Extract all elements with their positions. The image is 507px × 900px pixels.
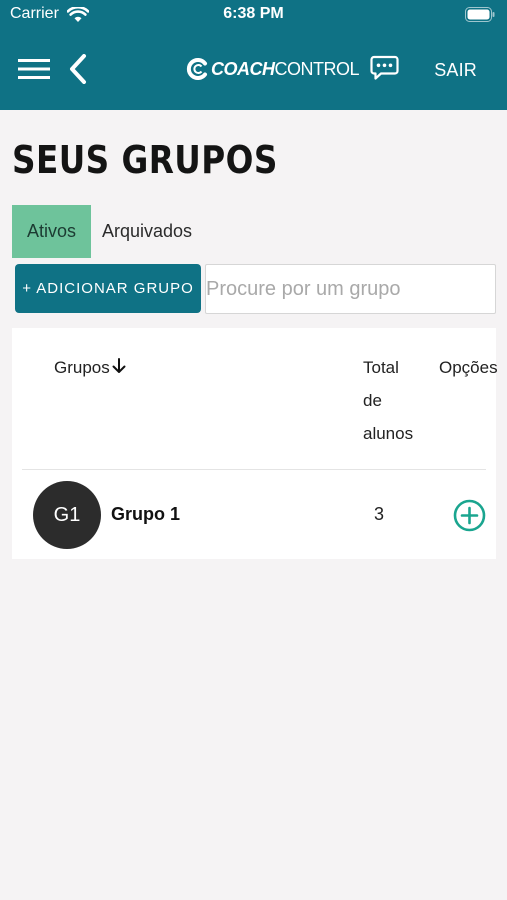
arrow-down-icon[interactable]: [112, 358, 126, 374]
screen: Carrier 6:38 PM COACH CONTROL SAIR SEUS …: [0, 0, 507, 900]
search-input[interactable]: [205, 264, 496, 314]
group-avatar: G1: [33, 481, 101, 549]
column-header-total-line1: Total: [363, 358, 399, 377]
group-student-count: 3: [373, 504, 384, 524]
tab-arquivados[interactable]: Arquivados: [91, 205, 203, 258]
column-header-total-line3: alunos: [363, 424, 414, 443]
column-header-total-line2: de: [363, 391, 382, 410]
groups-table: Grupos Total de alunos Opções G1 Grupo 1…: [12, 328, 498, 559]
coachcontrol-logo-icon: [186, 58, 207, 80]
column-header-groups[interactable]: Grupos: [54, 351, 126, 384]
column-header-options: Opções: [439, 358, 498, 377]
tab-ativos[interactable]: Ativos: [12, 205, 91, 258]
page-title: SEUS GRUPOS: [12, 138, 278, 182]
brand-name-light: CONTROL: [274, 58, 360, 79]
chat-bubble-icon[interactable]: [370, 55, 399, 81]
row-divider: [22, 469, 486, 470]
plus-circle-icon[interactable]: [452, 498, 487, 533]
column-header-groups-label: Grupos: [54, 358, 110, 377]
column-header-total: Total de alunos: [363, 351, 423, 450]
group-name[interactable]: Grupo 1: [111, 504, 180, 525]
brand-logo: COACH CONTROL: [186, 56, 360, 82]
brand-name-bold: COACH: [211, 58, 275, 79]
chevron-left-icon[interactable]: [68, 54, 88, 84]
add-group-button[interactable]: + ADICIONAR GRUPO: [15, 264, 201, 313]
battery-icon: [465, 7, 495, 22]
hamburger-menu-icon[interactable]: [18, 57, 50, 81]
logout-button[interactable]: SAIR: [434, 60, 477, 81]
clock: 6:38 PM: [223, 5, 284, 22]
top-bar: Carrier 6:38 PM COACH CONTROL SAIR: [0, 0, 507, 110]
status-bar: Carrier 6:38 PM: [0, 0, 507, 32]
